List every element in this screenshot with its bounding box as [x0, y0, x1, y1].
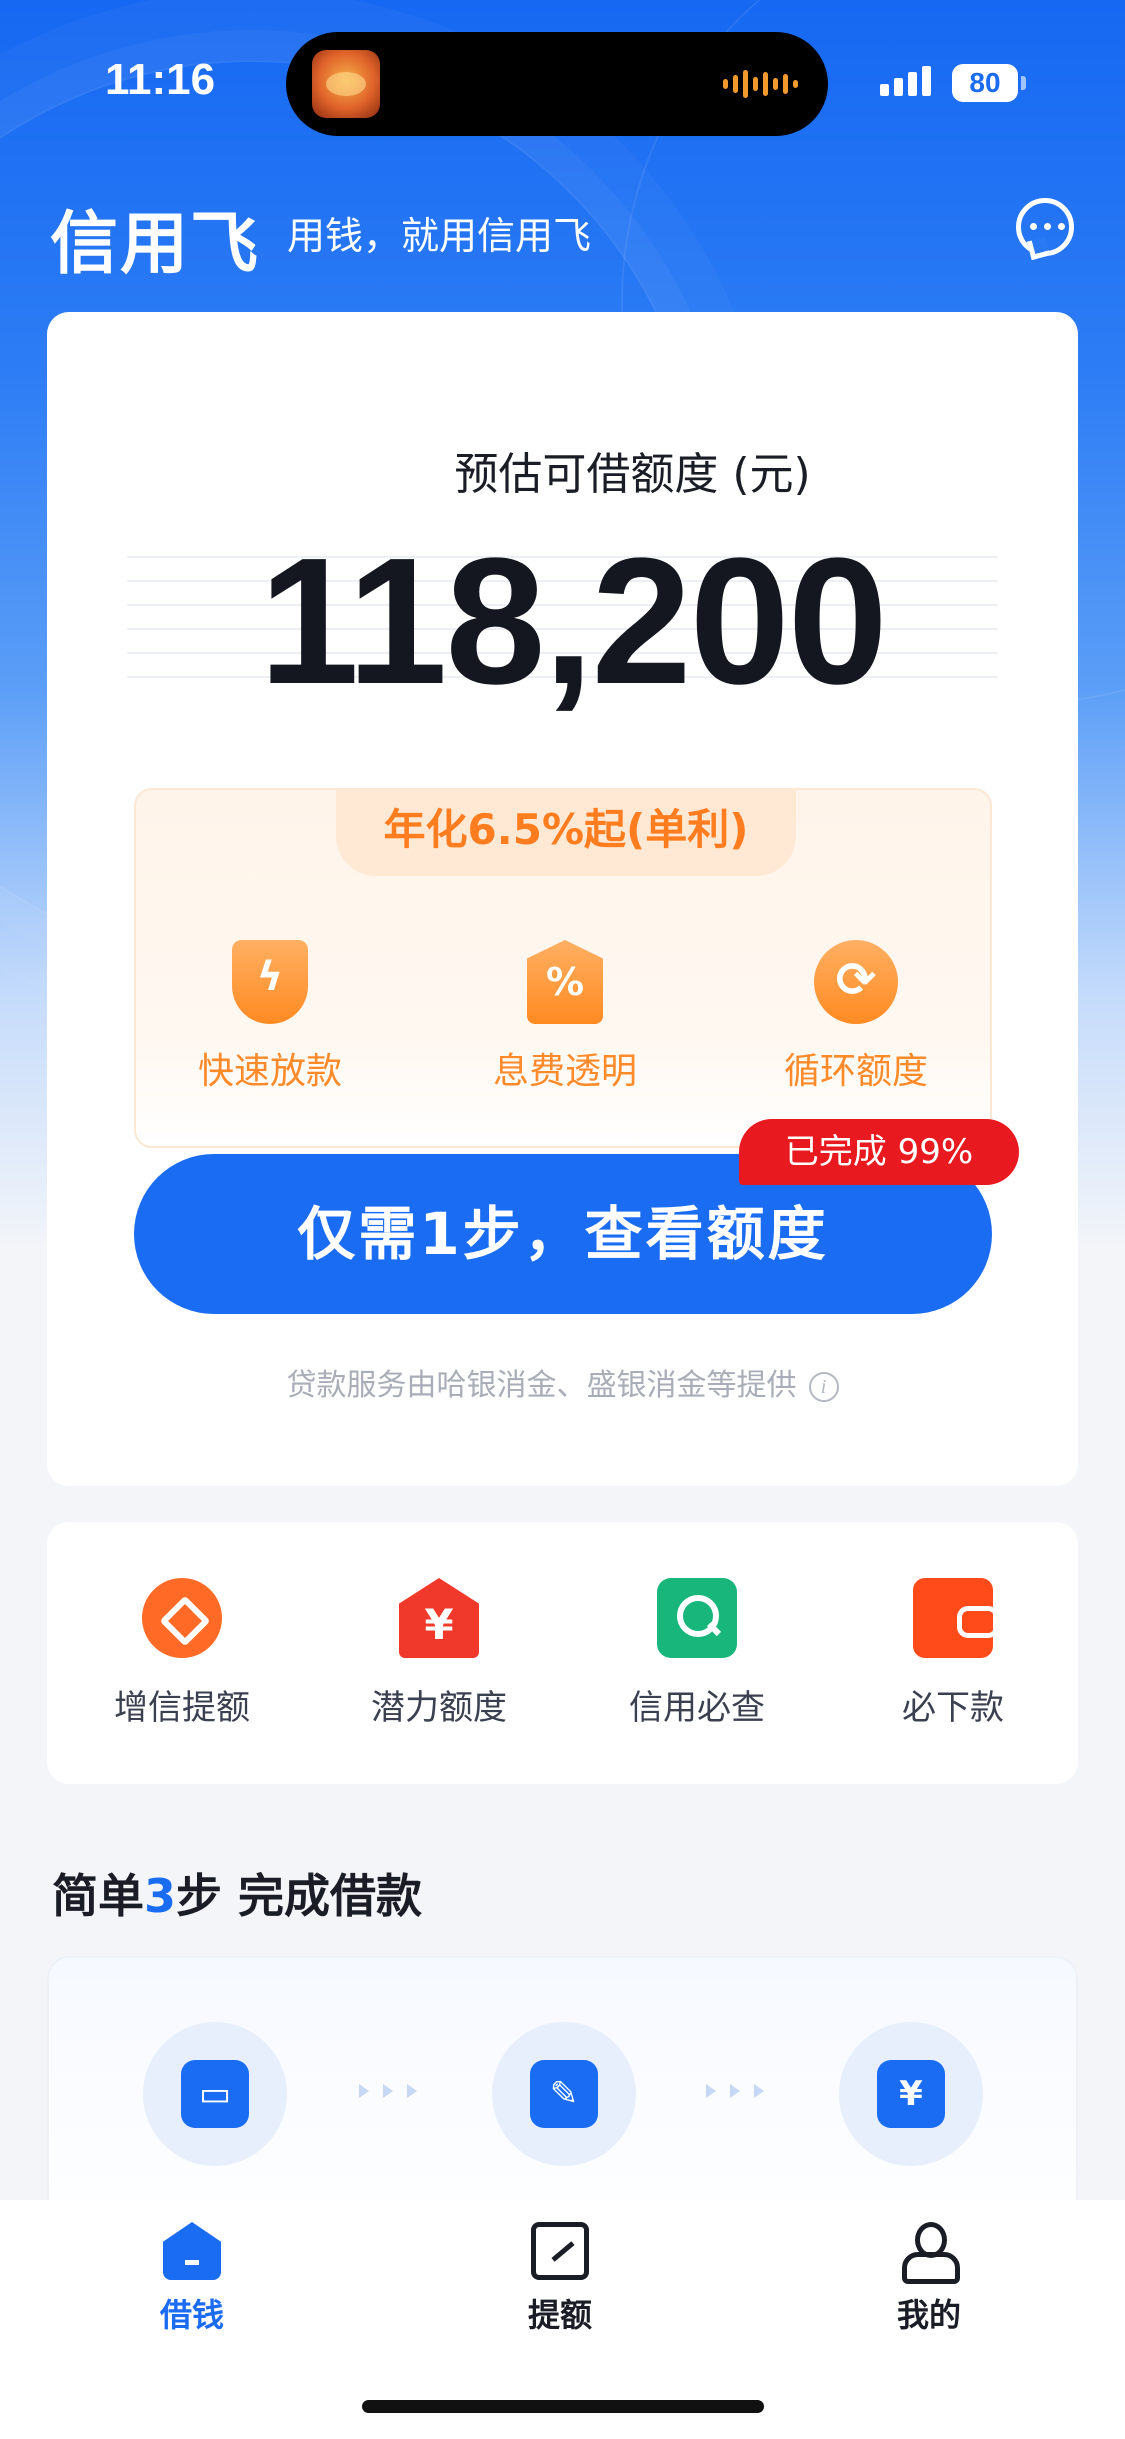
quick-entry-potential-quota[interactable]: ¥ 潜力额度	[319, 1578, 559, 1729]
lightning-shield-icon: ϟ	[232, 940, 308, 1024]
provider-note-text: 贷款服务由哈银消金、盛银消金等提供	[286, 1368, 797, 1403]
perk-revolving-quota: ⟳ 循环额度	[736, 940, 976, 1094]
yen-house-icon: ¥	[399, 1578, 479, 1658]
cycle-icon: ⟳	[814, 940, 898, 1024]
step-fill-info: ✎	[492, 2022, 636, 2166]
progress-badge: 已完成 99%	[739, 1119, 1019, 1185]
quota-label: 预估可借额度 (元)	[454, 449, 811, 500]
step-identity: ▭	[143, 2022, 287, 2166]
steps-title-number: 3	[144, 1869, 177, 1923]
status-bar: 11:16 80	[0, 0, 1125, 160]
quick-entry-card: 增信提额 ¥ 潜力额度 信用必查 必下款	[47, 1522, 1078, 1784]
info-icon[interactable]: i	[808, 1371, 839, 1402]
steps-title-prefix: 简单	[52, 1869, 144, 1923]
quota-amount: 118,200	[259, 521, 888, 722]
step-connector	[359, 2084, 417, 2098]
search-icon	[657, 1578, 737, 1658]
perk-label: 循环额度	[783, 1051, 928, 1092]
dynamic-island[interactable]	[286, 32, 828, 136]
cellular-signal-icon	[880, 66, 931, 96]
quick-entry-label: 信用必查	[629, 1688, 765, 1728]
brand-logo: 信用飞	[50, 205, 261, 284]
audio-wave-icon	[723, 68, 798, 100]
home-icon	[163, 2222, 221, 2280]
quick-entry-credit-check[interactable]: 信用必查	[577, 1578, 817, 1729]
pen-icon: ✎	[530, 2060, 598, 2128]
quick-entry-credit-boost[interactable]: 增信提额	[62, 1578, 302, 1729]
home-indicator[interactable]	[362, 2400, 764, 2413]
album-art-icon	[312, 50, 380, 118]
quota-card: 预估可借额度 (元) 118,200 年化6.5%起(单利) ϟ 快速放款 % …	[47, 312, 1078, 1486]
diamond-badge-icon	[142, 1578, 222, 1658]
quick-entry-guaranteed-loan[interactable]: 必下款	[833, 1578, 1073, 1729]
perk-box: 年化6.5%起(单利) ϟ 快速放款 % 息费透明 ⟳ 循环额度	[134, 788, 992, 1148]
wallet-icon	[913, 1578, 999, 1658]
tab-borrow[interactable]: 借钱	[92, 2222, 292, 2336]
battery-cap	[1021, 76, 1026, 90]
battery-indicator: 80	[952, 64, 1018, 102]
yen-icon: ¥	[877, 2060, 945, 2128]
quick-entry-label: 潜力额度	[371, 1688, 507, 1728]
tab-label: 借钱	[159, 2296, 224, 2334]
chat-bubble-icon[interactable]	[1016, 198, 1074, 256]
step-connector	[706, 2084, 764, 2098]
perk-fast-loan: ϟ 快速放款	[150, 940, 390, 1094]
status-time: 11:16	[105, 55, 216, 104]
quick-entry-label: 必下款	[902, 1688, 1004, 1728]
provider-note: 贷款服务由哈银消金、盛银消金等提供 i	[47, 1360, 1078, 1404]
tab-label: 提额	[527, 2296, 592, 2334]
perk-transparent-fees: % 息费透明	[445, 940, 685, 1094]
tab-label: 我的	[896, 2296, 961, 2334]
percent-tag-icon: %	[527, 940, 603, 1024]
quick-entry-label: 增信提额	[114, 1688, 250, 1728]
tab-raise-quota[interactable]: 提额	[460, 2222, 660, 2336]
perk-label: 息费透明	[492, 1051, 637, 1092]
edit-box-icon	[531, 2222, 589, 2280]
interest-rate-tab: 年化6.5%起(单利)	[336, 788, 796, 876]
steps-title-suffix: 步 完成借款	[176, 1869, 423, 1923]
id-card-icon: ▭	[181, 2060, 249, 2128]
user-icon	[900, 2222, 960, 2284]
tab-mine[interactable]: 我的	[829, 2222, 1029, 2336]
step-get-quota: ¥	[839, 2022, 983, 2166]
perk-label: 快速放款	[197, 1051, 342, 1092]
brand-slogan: 用钱，就用信用飞	[287, 214, 592, 258]
steps-title: 简单3步 完成借款	[52, 1860, 422, 1926]
